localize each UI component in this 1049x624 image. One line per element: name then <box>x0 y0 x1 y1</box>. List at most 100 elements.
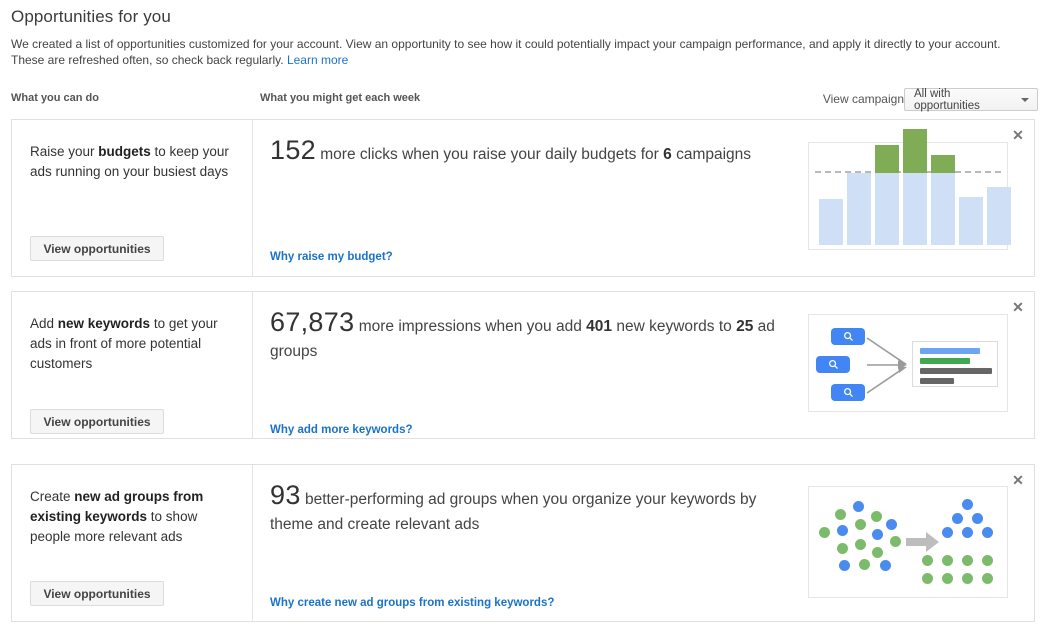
headline-bold-2: 25 <box>736 318 754 335</box>
lead-pre: Raise your <box>30 144 99 159</box>
campaign-filter-dropdown[interactable]: All with opportunities <box>904 87 1038 112</box>
scatter-dot <box>853 501 864 512</box>
intro-text: We created a list of opportunities custo… <box>11 37 1001 67</box>
why-link[interactable]: Why raise my budget? <box>270 251 393 263</box>
bar-column <box>931 145 955 245</box>
ad-groups-organize-thumbnail <box>808 486 1008 598</box>
scatter-dot <box>855 519 866 530</box>
search-icon <box>843 388 853 397</box>
why-link[interactable]: Why create new ad groups from existing k… <box>270 597 554 609</box>
organized-dot-green <box>962 573 973 584</box>
card-right-pane: 152 more clicks when you raise your dail… <box>254 120 1034 276</box>
organized-dot-green <box>942 555 953 566</box>
headline-rest-1: better-performing ad groups when you org… <box>270 491 757 533</box>
opportunity-card-keywords: Add new keywords to get your ads in fron… <box>11 291 1035 439</box>
learn-more-link[interactable]: Learn more <box>287 53 348 67</box>
why-link[interactable]: Why add more keywords? <box>270 424 413 436</box>
ad-url-bar <box>920 358 970 364</box>
search-pill <box>816 356 850 373</box>
scatter-dot <box>837 525 848 536</box>
opportunity-card-ad-groups: Create new ad groups from existing keywo… <box>11 464 1035 622</box>
chevron-down-icon <box>1021 97 1029 102</box>
scatter-dot <box>872 529 883 540</box>
metric-value: 67,873 <box>270 307 355 337</box>
organized-dot-green <box>962 555 973 566</box>
scatter-dot <box>890 536 901 547</box>
column-header-what-you-might-get: What you might get each week <box>260 92 421 104</box>
page-title: Opportunities for you <box>11 7 171 26</box>
card-right-pane: 93 better-performing ad groups when you … <box>254 465 1034 621</box>
bar-chart <box>815 129 1011 245</box>
bar-base <box>903 173 927 245</box>
keywords-to-ad-thumbnail <box>808 314 1008 412</box>
bar-green-extension <box>903 129 927 173</box>
scatter-dot <box>819 527 830 538</box>
card-lead-text: Create new ad groups from existing keywo… <box>30 487 240 547</box>
metric-value: 152 <box>270 135 316 165</box>
bar-base <box>819 199 843 245</box>
headline-bold-1: 6 <box>663 146 672 163</box>
organized-dot-green <box>982 555 993 566</box>
metric-value: 93 <box>270 480 301 510</box>
card-lead-text: Raise your budgets to keep your ads runn… <box>30 142 240 182</box>
ad-headline-bar <box>920 348 980 354</box>
lead-pre: Create <box>30 489 75 504</box>
headline-rest-1: more clicks when you raise your daily bu… <box>315 146 664 163</box>
bar-base <box>987 187 1011 245</box>
lead-bold: new keywords <box>57 316 151 331</box>
ad-description-bar-2 <box>920 378 954 384</box>
bar-base <box>875 173 899 245</box>
search-pill <box>831 328 865 345</box>
organized-dot-blue <box>962 499 973 510</box>
search-pill <box>831 384 865 401</box>
card-lead-text: Add new keywords to get your ads in fron… <box>30 314 240 374</box>
close-icon[interactable]: ✕ <box>1008 297 1028 317</box>
scatter-dot <box>880 560 891 571</box>
lead-pre: Add <box>30 316 58 331</box>
view-opportunities-button[interactable]: View opportunities <box>30 581 164 606</box>
card-left-pane: Raise your budgets to keep your ads runn… <box>12 120 253 276</box>
view-campaign-label: View campaign <box>822 92 904 106</box>
scatter-dot <box>872 547 883 558</box>
opportunities-page: Opportunities for you We created a list … <box>0 0 1049 624</box>
organized-dot-green <box>922 555 933 566</box>
bar-column <box>847 145 871 245</box>
bar-column <box>875 145 899 245</box>
card-left-pane: Create new ad groups from existing keywo… <box>12 465 253 621</box>
card-headline: 93 better-performing ad groups when you … <box>270 480 794 537</box>
card-left-pane: Add new keywords to get your ads in fron… <box>12 292 253 438</box>
view-opportunities-button[interactable]: View opportunities <box>30 236 164 261</box>
bar-base <box>847 173 871 245</box>
column-header-what-you-can-do: What you can do <box>11 92 99 104</box>
arrow-icons <box>866 337 907 394</box>
search-icon <box>843 332 853 341</box>
bar-green-extension <box>875 145 899 173</box>
scatter-dot <box>837 543 848 554</box>
scatter-dot <box>859 559 870 570</box>
bar-column <box>819 145 843 245</box>
bar-base <box>931 173 955 245</box>
bar-column <box>987 145 1011 245</box>
close-icon[interactable]: ✕ <box>1008 125 1028 145</box>
headline-rest-2: new keywords to <box>612 318 737 335</box>
card-right-pane: 67,873 more impressions when you add 401… <box>254 292 1034 438</box>
headline-rest-1: more impressions when you add <box>354 318 587 335</box>
scatter-dot <box>835 509 846 520</box>
view-opportunities-button[interactable]: View opportunities <box>30 409 164 434</box>
organized-dot-blue <box>952 513 963 524</box>
ad-preview-box <box>912 341 998 387</box>
campaign-filter-value: All with opportunities <box>914 87 980 112</box>
organized-dot-green <box>922 573 933 584</box>
scatter-dot <box>839 560 850 571</box>
bar-column <box>959 145 983 245</box>
organized-dot-blue <box>972 513 983 524</box>
headline-rest-2: campaigns <box>671 146 752 163</box>
bar-green-extension <box>931 155 955 173</box>
search-icon <box>828 360 838 369</box>
opportunity-card-budgets: Raise your budgets to keep your ads runn… <box>11 119 1035 277</box>
organized-dot-blue <box>962 527 973 538</box>
close-icon[interactable]: ✕ <box>1008 470 1028 490</box>
ad-description-bar-1 <box>920 368 992 374</box>
headline-bold-1: 401 <box>586 318 613 335</box>
scatter-dot <box>855 539 866 550</box>
